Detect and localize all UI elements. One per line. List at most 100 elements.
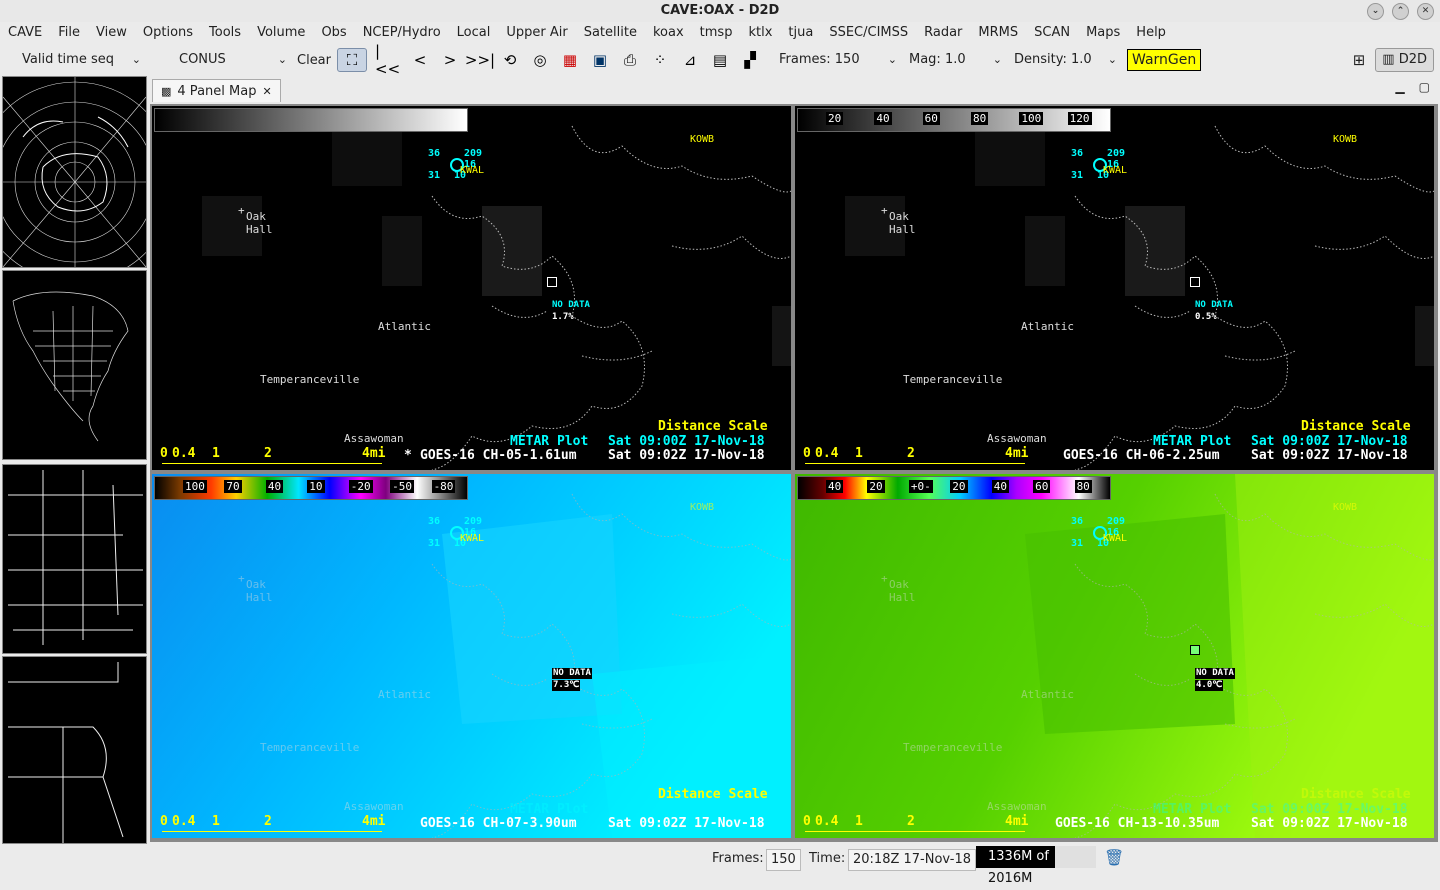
scale-tick-label: 4mi: [1005, 814, 1029, 829]
editor-tab-bar: ▩ 4 Panel Map ✕ ▁ ▢: [150, 78, 1438, 102]
maximize-icon[interactable]: ▢: [1419, 80, 1430, 94]
scale-tick-label: 4mi: [362, 814, 386, 829]
zoom-extent-icon[interactable]: ⛶: [337, 48, 367, 72]
city-label-oak: Oak: [889, 210, 909, 223]
maximize-icon[interactable]: ⌃: [1392, 3, 1409, 20]
menu-local[interactable]: Local: [449, 22, 499, 44]
minimize-icon[interactable]: ▁: [1395, 80, 1404, 94]
status-bar: Frames: 150 Time: 20:18Z 17-Nov-18: [0, 846, 1440, 872]
status-frames-value: 150: [766, 849, 801, 871]
map-panel-2[interactable]: 20 40 60 80 100 120 + Oak Hall Atlantic Temperance…: [795, 106, 1434, 470]
menu-ncep-hydro[interactable]: NCEP/Hydro: [355, 22, 449, 44]
minimize-icon[interactable]: ⌄: [1367, 3, 1384, 20]
bg-color-icon[interactable]: ▣: [585, 48, 615, 72]
menu-tmsp[interactable]: tmsp: [692, 22, 741, 44]
city-label-hall: Hall: [246, 591, 273, 604]
menu-satellite[interactable]: Satellite: [576, 22, 645, 44]
density-select[interactable]: Density: 1.0 ⌄: [1006, 48, 1121, 72]
thumbnail-polar[interactable]: [2, 76, 147, 268]
city-label-temperanceville: Temperanceville: [260, 741, 360, 754]
clear-button[interactable]: Clear: [291, 53, 337, 68]
time-mode-select[interactable]: Valid time seq ⌄: [0, 48, 145, 72]
perspective-icon[interactable]: ⊞: [1353, 51, 1366, 69]
chevron-down-icon: ⌄: [992, 53, 1002, 66]
colorbar-label: 120: [1067, 112, 1092, 125]
city-label-hall: Hall: [889, 591, 916, 604]
menu-options[interactable]: Options: [135, 22, 201, 44]
thumbnail-local[interactable]: [2, 656, 147, 844]
city-label-assawoman: Assawoman: [344, 432, 404, 445]
menu-tjua[interactable]: tjua: [780, 22, 821, 44]
menu-ssec-cimss[interactable]: SSEC/CIMSS: [821, 22, 916, 44]
menu-maps[interactable]: Maps: [1078, 22, 1128, 44]
panel-3-colorbar: 100 70 40 10 -20 -50 -80: [154, 476, 468, 500]
menu-volume[interactable]: Volume: [249, 22, 313, 44]
menu-radar[interactable]: Radar: [916, 22, 970, 44]
chevron-down-icon: ⌄: [887, 53, 897, 66]
sample-value-label: 0.5%: [1195, 312, 1217, 322]
menu-cave[interactable]: CAVE: [0, 22, 50, 44]
mag-select[interactable]: Mag: 1.0 ⌄: [901, 48, 1006, 72]
map-panel-4[interactable]: 40 20 +0- 20 40 60 80 + Oak Hall Atlantic Temperanc…: [795, 474, 1434, 838]
distance-scale-bar: [162, 831, 382, 832]
frames-value: Frames: 150: [779, 52, 860, 67]
image-props-icon[interactable]: ▦: [555, 48, 585, 72]
metar-dew: 31: [428, 538, 441, 549]
colorbar-label: 100: [183, 480, 207, 493]
city-label-atlantic: Atlantic: [1021, 320, 1074, 333]
menu-view[interactable]: View: [88, 22, 135, 44]
city-marker: +: [881, 572, 888, 585]
scale-tick-label: 2: [907, 446, 915, 461]
print-icon[interactable]: ⎙: [615, 48, 645, 72]
scale-select[interactable]: CONUS ⌄: [161, 48, 291, 72]
menu-scan[interactable]: SCAN: [1026, 22, 1078, 44]
d2d-label: D2D: [1398, 52, 1427, 67]
status-time-value: 20:18Z 17-Nov-18: [848, 849, 976, 871]
station-label-kwal: KWAL: [460, 533, 485, 544]
menu-mrms[interactable]: MRMS: [970, 22, 1026, 44]
close-icon[interactable]: ✕: [1417, 3, 1434, 20]
frames-select[interactable]: Frames: 150 ⌄: [771, 48, 901, 72]
loop-props-icon[interactable]: ◎: [525, 48, 555, 72]
loop-icon[interactable]: ⟲: [495, 48, 525, 72]
single-panel-icon[interactable]: ▤: [705, 48, 735, 72]
sample-value-label: 1.7%: [552, 312, 574, 322]
thumbnail-midwest[interactable]: [2, 464, 147, 654]
trash-icon[interactable]: 🗑: [1104, 848, 1124, 867]
city-label-assawoman: Assawoman: [987, 800, 1047, 813]
warngen-button[interactable]: WarnGen: [1127, 49, 1202, 71]
map-panel-1[interactable]: + Oak Hall Atlantic Temperanceville Assawoman…: [152, 106, 791, 470]
tab-4-panel-map[interactable]: ▩ 4 Panel Map ✕: [152, 79, 281, 102]
map-icon: ▩: [161, 84, 172, 98]
first-frame-icon[interactable]: |<<: [375, 42, 405, 78]
menu-file[interactable]: File: [50, 22, 88, 44]
close-icon[interactable]: ✕: [262, 85, 271, 98]
pan-icon[interactable]: ⊿: [675, 48, 705, 72]
colorbar-label: 20: [950, 480, 968, 493]
points-icon[interactable]: ⁘: [645, 48, 675, 72]
colorbar-label: 100: [1019, 112, 1044, 125]
menu-obs[interactable]: Obs: [313, 22, 354, 44]
four-panel-icon[interactable]: ▞: [735, 48, 765, 72]
scale-tick-label: 0.4: [815, 446, 839, 461]
scale-tick-label: 0.4: [172, 446, 196, 461]
colorbar-label: +0-: [908, 480, 933, 493]
prev-frame-icon[interactable]: <: [405, 48, 435, 72]
menu-upper-air[interactable]: Upper Air: [498, 22, 575, 44]
colorbar-label: 40: [991, 480, 1009, 493]
sample-nodata-label: NO DATA: [552, 300, 590, 310]
menu-help[interactable]: Help: [1128, 22, 1174, 44]
city-label-assawoman: Assawoman: [987, 432, 1047, 445]
last-frame-icon[interactable]: >>|: [465, 48, 495, 72]
next-frame-icon[interactable]: >: [435, 48, 465, 72]
menu-ktlx[interactable]: ktlx: [740, 22, 780, 44]
menu-tools[interactable]: Tools: [201, 22, 249, 44]
thumbnail-north-america[interactable]: [2, 270, 147, 460]
metar-legend-time: Sat 09:00Z 17-Nov-18: [1251, 802, 1408, 817]
four-panel-map[interactable]: + Oak Hall Atlantic Temperanceville Assawoman…: [150, 104, 1438, 842]
scale-tick-label: 2: [907, 814, 915, 829]
menu-koax[interactable]: koax: [645, 22, 692, 44]
metar-pressure: 209: [1107, 516, 1126, 527]
map-panel-3[interactable]: 100 70 40 10 -20 -50 -80 + Oak Hall Atlantic Temper…: [152, 474, 791, 838]
d2d-perspective-button[interactable]: ▥ D2D: [1375, 48, 1434, 72]
